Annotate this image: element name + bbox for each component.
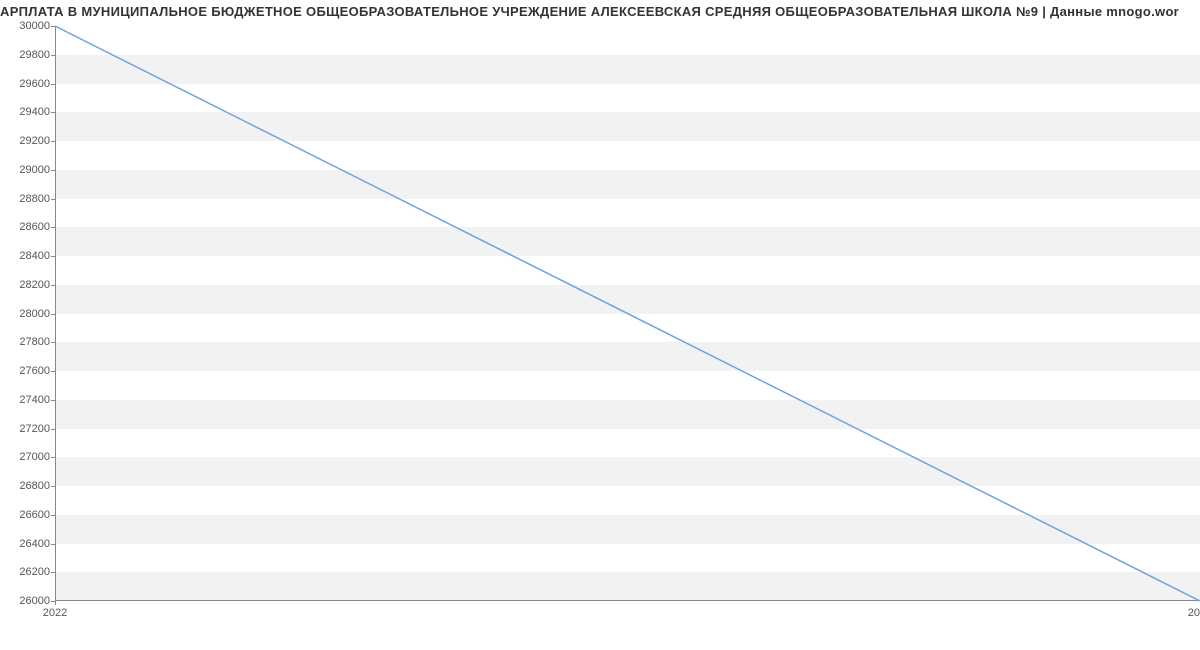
y-tick-mark xyxy=(51,227,55,228)
chart-line xyxy=(55,26,1200,601)
y-tick-label: 29800 xyxy=(5,49,50,61)
y-tick-mark xyxy=(51,400,55,401)
y-tick-mark xyxy=(51,429,55,430)
plot-area xyxy=(55,26,1200,601)
y-tick-label: 26600 xyxy=(5,509,50,521)
y-tick-mark xyxy=(51,55,55,56)
chart-container: АРПЛАТА В МУНИЦИПАЛЬНОЕ БЮДЖЕТНОЕ ОБЩЕОБ… xyxy=(0,0,1200,650)
y-tick-mark xyxy=(51,141,55,142)
y-tick-label: 27600 xyxy=(5,365,50,377)
y-tick-mark xyxy=(51,256,55,257)
y-tick-label: 29400 xyxy=(5,106,50,118)
y-tick-label: 28600 xyxy=(5,221,50,233)
y-tick-mark xyxy=(51,170,55,171)
y-tick-label: 28800 xyxy=(5,193,50,205)
y-tick-label: 28400 xyxy=(5,250,50,262)
y-tick-mark xyxy=(51,544,55,545)
y-tick-label: 29000 xyxy=(5,164,50,176)
y-tick-label: 26400 xyxy=(5,538,50,550)
y-tick-label: 30000 xyxy=(5,20,50,32)
y-tick-label: 27400 xyxy=(5,394,50,406)
y-tick-mark xyxy=(51,371,55,372)
y-tick-mark xyxy=(51,112,55,113)
y-tick-label: 26200 xyxy=(5,566,50,578)
y-tick-mark xyxy=(51,314,55,315)
y-tick-mark xyxy=(51,486,55,487)
y-tick-mark xyxy=(51,457,55,458)
x-tick-mark xyxy=(55,601,56,605)
y-tick-label: 27800 xyxy=(5,336,50,348)
y-tick-label: 26000 xyxy=(5,595,50,607)
y-tick-label: 26800 xyxy=(5,480,50,492)
y-tick-label: 29600 xyxy=(5,78,50,90)
y-tick-mark xyxy=(51,572,55,573)
y-tick-label: 27200 xyxy=(5,423,50,435)
y-tick-mark xyxy=(51,515,55,516)
x-tick-label: 2023 xyxy=(1188,607,1200,619)
chart-title: АРПЛАТА В МУНИЦИПАЛЬНОЕ БЮДЖЕТНОЕ ОБЩЕОБ… xyxy=(0,4,1200,19)
y-tick-label: 28000 xyxy=(5,308,50,320)
y-tick-label: 27000 xyxy=(5,451,50,463)
y-tick-mark xyxy=(51,199,55,200)
y-tick-mark xyxy=(51,26,55,27)
x-tick-label: 2022 xyxy=(43,607,67,619)
y-tick-mark xyxy=(51,285,55,286)
y-tick-label: 28200 xyxy=(5,279,50,291)
y-tick-mark xyxy=(51,84,55,85)
y-tick-label: 29200 xyxy=(5,135,50,147)
y-tick-mark xyxy=(51,342,55,343)
